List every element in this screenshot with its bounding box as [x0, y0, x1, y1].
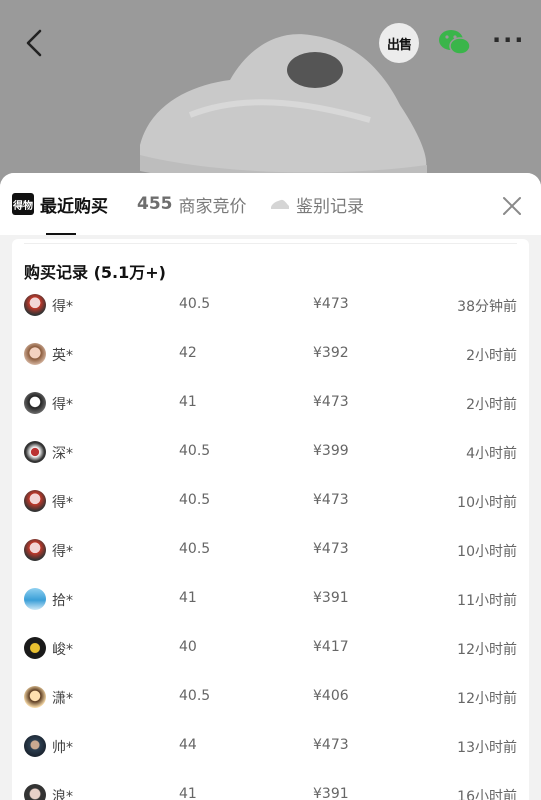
- buyer-name: 得*: [52, 495, 73, 511]
- time: 4小时前: [466, 446, 517, 462]
- dewu-logo-icon: 得物: [12, 193, 34, 215]
- time: 12小时前: [457, 642, 517, 658]
- price: ¥391: [313, 786, 349, 800]
- avatar: [24, 392, 46, 414]
- buyer-name: 得*: [52, 397, 73, 413]
- avatar: [24, 343, 46, 365]
- size: 41: [179, 786, 197, 800]
- time: 13小时前: [457, 740, 517, 756]
- list-item: 得* 40.5 ¥473 10小时前: [12, 526, 529, 575]
- price: ¥473: [313, 737, 349, 753]
- price: ¥392: [313, 345, 349, 361]
- list-item: 深* 40.5 ¥399 4小时前: [12, 428, 529, 477]
- avatar: [24, 294, 46, 316]
- list-item: 得* 40.5 ¥473 38分钟前: [12, 281, 529, 330]
- size: 40.5: [179, 492, 211, 508]
- size: 44: [179, 737, 197, 753]
- avatar: [24, 637, 46, 659]
- buyer-name: 潇*: [52, 691, 73, 707]
- tab-authentication-records[interactable]: 鉴别记录: [270, 173, 364, 235]
- price: ¥473: [313, 541, 349, 557]
- avatar: [24, 686, 46, 708]
- buyer-name: 英*: [52, 348, 73, 364]
- price: ¥473: [313, 492, 349, 508]
- buyer-name: 得*: [52, 544, 73, 560]
- size: 40.5: [179, 541, 211, 557]
- tab-recent-purchases[interactable]: 得物 最近购买: [12, 173, 108, 235]
- price: ¥417: [313, 639, 349, 655]
- avatar: [24, 539, 46, 561]
- price: ¥473: [313, 296, 349, 312]
- sell-label: 出售: [386, 37, 412, 53]
- active-tab-indicator: [46, 233, 76, 235]
- time: 16小时前: [457, 789, 517, 800]
- size: 40: [179, 639, 197, 655]
- size: 40.5: [179, 296, 211, 312]
- divider: [24, 243, 517, 244]
- list-item: 得* 41 ¥473 2小时前: [12, 379, 529, 428]
- buyer-name: 得*: [52, 299, 73, 315]
- back-arrow-icon: [26, 29, 42, 57]
- sell-button[interactable]: 出售: [379, 23, 419, 63]
- buyer-name: 帅*: [52, 740, 73, 756]
- price: ¥406: [313, 688, 349, 704]
- bid-count: 455: [137, 194, 173, 214]
- buyer-name: 深*: [52, 446, 73, 462]
- tab-label: 鉴别记录: [296, 196, 364, 217]
- purchase-records-sheet: 得物 最近购买 455 商家竞价 鉴别记录 购买记录 (5.1万+) 得* 40…: [0, 173, 541, 800]
- avatar: [24, 784, 46, 800]
- wechat-share-button[interactable]: [437, 27, 473, 59]
- avatar: [24, 588, 46, 610]
- time: 2小时前: [466, 397, 517, 413]
- avatar: [24, 735, 46, 757]
- tab-label: 商家竞价: [178, 196, 247, 217]
- price: ¥391: [313, 590, 349, 606]
- size: 42: [179, 345, 197, 361]
- time: 10小时前: [457, 544, 517, 560]
- list-item: 潇* 40.5 ¥406 12小时前: [12, 673, 529, 722]
- list-item: 英* 42 ¥392 2小时前: [12, 330, 529, 379]
- list-item: 浪* 41 ¥391 16小时前: [12, 771, 529, 800]
- buyer-name: 峻*: [52, 642, 73, 658]
- more-dots-icon[interactable]: ···: [492, 28, 525, 52]
- time: 10小时前: [457, 495, 517, 511]
- shoe-icon: [271, 199, 289, 209]
- close-icon: [503, 197, 521, 215]
- time: 11小时前: [457, 593, 517, 609]
- section-title: 购买记录 (5.1万+): [24, 263, 166, 282]
- records-card: 购买记录 (5.1万+) 得* 40.5 ¥473 38分钟前 英* 42 ¥3…: [12, 239, 529, 800]
- list-item: 拾* 41 ¥391 11小时前: [12, 575, 529, 624]
- product-header: 出售 ···: [0, 0, 541, 200]
- tab-merchant-bids[interactable]: 455 商家竞价: [137, 173, 247, 235]
- tab-label: 最近购买: [40, 196, 108, 217]
- avatar: [24, 441, 46, 463]
- time: 2小时前: [466, 348, 517, 364]
- tab-bar: 得物 最近购买 455 商家竞价 鉴别记录: [0, 173, 541, 235]
- wechat-icon: [439, 30, 471, 55]
- size: 41: [179, 590, 197, 606]
- list-item: 峻* 40 ¥417 12小时前: [12, 624, 529, 673]
- close-button[interactable]: [501, 195, 523, 217]
- size: 40.5: [179, 688, 211, 704]
- time: 38分钟前: [457, 299, 517, 315]
- buyer-name: 拾*: [52, 593, 73, 609]
- list-item: 帅* 44 ¥473 13小时前: [12, 722, 529, 771]
- price: ¥473: [313, 394, 349, 410]
- time: 12小时前: [457, 691, 517, 707]
- avatar: [24, 490, 46, 512]
- back-button[interactable]: [20, 26, 50, 60]
- price: ¥399: [313, 443, 349, 459]
- size: 41: [179, 394, 197, 410]
- size: 40.5: [179, 443, 211, 459]
- list-item: 得* 40.5 ¥473 10小时前: [12, 477, 529, 526]
- buyer-name: 浪*: [52, 789, 73, 800]
